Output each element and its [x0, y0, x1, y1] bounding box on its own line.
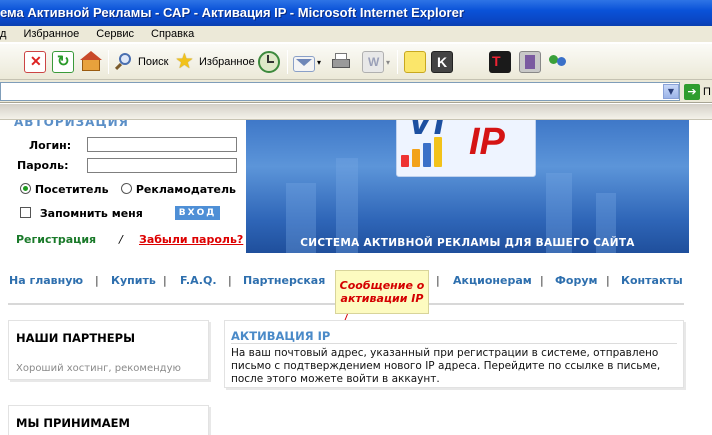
password-label: Пароль:	[17, 159, 69, 172]
home-icon	[80, 51, 102, 73]
register-link[interactable]: Регистрация	[16, 233, 96, 246]
go-label: П	[703, 85, 711, 98]
menu-bar: д Избранное Сервис Справка	[0, 26, 712, 43]
menu-item-view[interactable]: д	[0, 26, 12, 42]
address-dropdown-icon[interactable]: ▼	[663, 84, 679, 99]
advertiser-option[interactable]: Рекламодатель	[121, 183, 236, 196]
mail-button[interactable]: ▾	[293, 49, 321, 75]
nav-separator: |	[606, 274, 610, 287]
login-input[interactable]	[87, 137, 237, 152]
history-icon	[258, 51, 280, 73]
visitor-option[interactable]: Посетитель	[20, 183, 109, 196]
logo-ip: IP	[469, 121, 505, 163]
printer-icon	[330, 51, 352, 73]
messenger-icon	[547, 51, 569, 73]
mail-icon	[293, 55, 315, 72]
nav-contacts[interactable]: Контакты	[621, 274, 683, 287]
login-label: Логин:	[29, 139, 72, 152]
remember-label: Запомнить меня	[39, 207, 143, 220]
login-title: АВТОРИЗАЦИЯ	[14, 120, 129, 129]
nav-forum[interactable]: Форум	[555, 274, 598, 287]
menu-item-favorites[interactable]: Избранное	[23, 26, 85, 42]
partners-subtitle[interactable]: Хороший хостинг, рекомендую	[16, 363, 181, 374]
go-arrow-icon: ➔	[684, 83, 700, 100]
activation-title: АКТИВАЦИЯ IP	[231, 329, 331, 343]
window-titlebar: ема Активной Рекламы - САР - Активация I…	[0, 0, 712, 26]
nav-partner[interactable]: Партнерская	[243, 274, 325, 287]
web-page: АВТОРИЗАЦИЯ Логин: Пароль: Посетитель Ре…	[0, 120, 712, 435]
browser-toolbar: ✕ ↻ Поиск ★ Избранное ▾ W ▾ K T	[0, 44, 712, 80]
address-bar: ▼ ➔ П	[0, 80, 712, 103]
research-icon	[519, 51, 541, 73]
history-button[interactable]	[258, 49, 280, 75]
remember-checkbox[interactable]	[20, 207, 31, 218]
k-icon: K	[431, 51, 453, 73]
nav-home[interactable]: На главную	[9, 274, 83, 287]
edit-dropdown-icon[interactable]: ▾	[386, 58, 390, 67]
search-icon	[113, 51, 135, 73]
nav-separator: |	[95, 274, 99, 287]
nav-separator: |	[436, 274, 440, 287]
go-button[interactable]: ➔ П	[684, 83, 711, 100]
activation-box: АКТИВАЦИЯ IP На ваш почтовый адрес, указ…	[224, 320, 684, 388]
nav-buy[interactable]: Купить	[111, 274, 156, 287]
banner-tagline: СИСТЕМА АКТИВНОЙ РЕКЛАМЫ ДЛЯ ВАШЕГО САЙТ…	[300, 237, 635, 249]
accept-box: МЫ ПРИНИМАЕМ	[8, 405, 209, 435]
star-icon: ★	[175, 50, 194, 73]
k-button[interactable]: K	[431, 49, 453, 75]
mail-dropdown-icon[interactable]: ▾	[317, 58, 321, 67]
word-icon: W	[362, 51, 384, 73]
home-button[interactable]	[80, 49, 102, 75]
callout-note: Сообщение о активации IP	[335, 270, 429, 314]
header-banner: VI IP СИСТЕМА АКТИВНОЙ РЕКЛАМЫ ДЛЯ ВАШЕГ…	[246, 120, 689, 253]
remember-option[interactable]: Запомнить меня	[20, 207, 143, 220]
partners-box: НАШИ ПАРТНЕРЫ Хороший хостинг, рекоменду…	[8, 320, 209, 380]
messenger-button[interactable]	[547, 49, 569, 75]
partners-title: НАШИ ПАРТНЕРЫ	[16, 331, 135, 345]
menu-item-help[interactable]: Справка	[151, 26, 200, 42]
accept-title: МЫ ПРИНИМАЕМ	[16, 416, 130, 430]
logo: VI IP	[396, 120, 536, 177]
stop-icon: ✕	[24, 51, 46, 73]
note-icon	[404, 51, 426, 73]
activation-divider	[231, 343, 677, 344]
nav-shareholders[interactable]: Акционерам	[453, 274, 532, 287]
favorites-button[interactable]: ★ Избранное	[174, 49, 255, 75]
forgot-password-link[interactable]: Забыли пароль?	[139, 233, 243, 246]
advertiser-radio[interactable]	[121, 183, 132, 194]
search-button[interactable]: Поиск	[113, 49, 168, 75]
visitor-radio[interactable]	[20, 183, 31, 194]
advertiser-label: Рекламодатель	[135, 183, 237, 196]
research-button[interactable]	[519, 49, 541, 75]
links-strip	[0, 104, 712, 120]
print-button[interactable]	[330, 49, 352, 75]
logo-vi: VI	[407, 120, 445, 143]
notes-button[interactable]	[404, 49, 426, 75]
nav-separator: |	[163, 274, 167, 287]
activation-message: На ваш почтовый адрес, указанный при рег…	[231, 347, 661, 385]
password-input[interactable]	[87, 158, 237, 173]
edit-button[interactable]: W ▾	[362, 49, 390, 75]
refresh-button[interactable]: ↻	[52, 49, 74, 75]
tt-icon: T	[489, 51, 511, 73]
favorites-label: Избранное	[199, 56, 255, 68]
nav-separator: |	[540, 274, 544, 287]
window-title: ема Активной Рекламы - САР - Активация I…	[0, 5, 464, 20]
address-input[interactable]: ▼	[0, 82, 680, 101]
enter-button[interactable]: ВХОД	[175, 206, 220, 220]
tt-button[interactable]: T	[489, 49, 511, 75]
nav-faq[interactable]: F.A.Q.	[180, 274, 217, 287]
menu-item-tools[interactable]: Сервис	[96, 26, 140, 42]
search-label: Поиск	[138, 56, 169, 68]
nav-separator: |	[228, 274, 232, 287]
visitor-label: Посетитель	[34, 183, 109, 196]
login-panel: АВТОРИЗАЦИЯ Логин: Пароль: Посетитель Ре…	[8, 120, 244, 253]
refresh-icon: ↻	[52, 51, 74, 73]
stop-button[interactable]: ✕	[24, 49, 46, 75]
link-separator: /	[119, 233, 123, 246]
